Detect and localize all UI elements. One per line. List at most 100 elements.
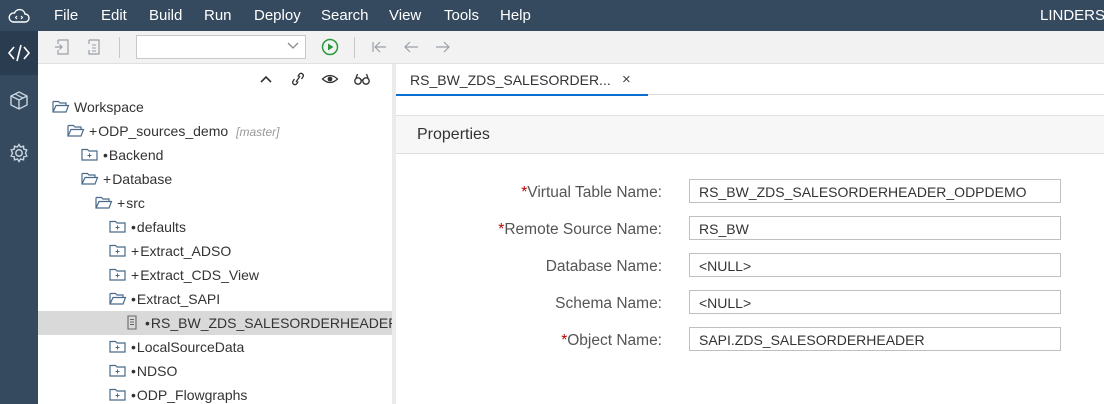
run-configuration-select[interactable]	[136, 35, 306, 59]
folder-closed-icon	[109, 268, 126, 281]
tab-virtual-table[interactable]: RS_BW_ZDS_SALESORDER... ×	[396, 64, 648, 96]
tree-item-text: defaults	[136, 219, 186, 235]
tree-item[interactable]: Workspace	[38, 95, 392, 119]
properties-section-header: Properties	[396, 115, 1104, 154]
tree-item-label: •RS_BW_ZDS_SALESORDERHEADER_ODPDEMO.hdbv…	[145, 315, 392, 331]
activity-bar	[0, 31, 38, 404]
tree-item-text: Extract_ADSO	[140, 243, 232, 259]
menu-help[interactable]: Help	[500, 0, 531, 31]
folder-open-icon	[109, 292, 127, 305]
binoculars-icon[interactable]	[353, 71, 371, 87]
tree-item[interactable]: •Backend	[38, 143, 392, 167]
chevron-down-icon	[287, 42, 299, 49]
file-icon	[127, 315, 137, 330]
run-icon[interactable]	[321, 38, 339, 56]
tree-item[interactable]: •ODP_Flowgraphs	[38, 383, 392, 404]
property-value-field[interactable]: <NULL>	[689, 290, 1061, 314]
sidebar-item-settings[interactable]	[0, 131, 38, 175]
tree-item-text: RS_BW_ZDS_SALESORDERHEADER_ODPDEMO.hdbvi…	[150, 315, 392, 331]
sidebar-item-packages[interactable]	[0, 79, 38, 123]
property-value-field[interactable]: RS_BW_ZDS_SALESORDERHEADER_ODPDEMO	[689, 179, 1061, 203]
copy-file-icon[interactable]	[84, 38, 102, 56]
gear-icon	[10, 143, 28, 163]
tree-item[interactable]: +Extract_CDS_View	[38, 263, 392, 287]
menu-deploy[interactable]: Deploy	[254, 0, 301, 31]
tree-item[interactable]: •RS_BW_ZDS_SALESORDERHEADER_ODPDEMO.hdbv…	[38, 311, 392, 335]
tree-item-label: +Extract_CDS_View	[131, 267, 259, 283]
property-label-text: Virtual Table Name:	[527, 184, 662, 201]
property-value-field[interactable]: <NULL>	[689, 253, 1061, 277]
menu-view[interactable]: View	[389, 0, 421, 31]
git-branch-badge: [master]	[236, 125, 280, 139]
property-row: Schema Name: <NULL>	[396, 290, 1104, 318]
tree-item-label: +Extract_ADSO	[131, 243, 231, 259]
menu-build[interactable]: Build	[149, 0, 182, 31]
tree-item[interactable]: +Database	[38, 167, 392, 191]
tree-item[interactable]: •NDSO	[38, 359, 392, 383]
sidebar-item-development[interactable]	[0, 31, 38, 75]
folder-open-icon	[67, 124, 85, 137]
property-label: Database Name:	[546, 258, 662, 276]
workspace-tree: Workspace + ODP_sources_demo [master] •Backe…	[38, 64, 392, 404]
folder-open-icon	[81, 172, 99, 185]
tree-item[interactable]: •defaults	[38, 215, 392, 239]
tree-item-prefix: •	[131, 387, 136, 403]
tree-item-prefix: +	[117, 195, 126, 211]
back-icon[interactable]	[402, 38, 420, 56]
tree-item-text: ODP_sources_demo	[98, 123, 229, 139]
tree-item-text: Database	[112, 171, 173, 187]
property-label-text: Object Name:	[567, 332, 662, 349]
tree-item[interactable]: +Extract_ADSO	[38, 239, 392, 263]
editor-area: RS_BW_ZDS_SALESORDER... × Properties *Vi…	[396, 64, 1104, 404]
tree-item[interactable]: •Extract_SAPI	[38, 287, 392, 311]
tree-item[interactable]: +src	[38, 191, 392, 215]
menu-run[interactable]: Run	[204, 0, 232, 31]
folder-closed-icon	[109, 220, 126, 233]
folder-open-icon	[95, 196, 113, 209]
property-value-field[interactable]: RS_BW	[689, 216, 1061, 240]
tree-item-label: +src	[117, 195, 145, 211]
tree-item-text: src	[126, 195, 145, 211]
tree-item-text: NDSO	[136, 363, 178, 379]
toolbar-separator	[119, 37, 120, 58]
tree-item-prefix: •	[103, 147, 108, 163]
tree-item-label: •LocalSourceData	[131, 339, 244, 355]
eye-icon[interactable]	[321, 71, 339, 87]
folder-open-icon	[52, 100, 70, 113]
code-icon	[7, 44, 31, 62]
folder-closed-icon	[109, 340, 126, 353]
jump-back-icon[interactable]	[370, 38, 388, 56]
tree-item-prefix: +	[131, 243, 140, 259]
folder-closed-icon	[109, 388, 126, 401]
tree-item-text: Extract_CDS_View	[140, 267, 259, 283]
property-label: *Object Name:	[561, 332, 662, 350]
tree-item-label: •defaults	[131, 219, 186, 235]
menu-search[interactable]: Search	[321, 0, 369, 31]
close-icon[interactable]: ×	[622, 71, 631, 88]
tree-item-prefix: +	[131, 267, 140, 283]
property-label: *Remote Source Name:	[498, 221, 662, 239]
folder-closed-icon	[81, 148, 98, 161]
menu-file[interactable]: File	[54, 0, 78, 31]
property-row: *Object Name: SAPI.ZDS_SALESORDERHEADER	[396, 327, 1104, 355]
folder-closed-icon	[109, 244, 126, 257]
menu-edit[interactable]: Edit	[101, 0, 127, 31]
tree-item-text: ODP_Flowgraphs	[136, 387, 248, 403]
collapse-all-icon[interactable]	[257, 71, 275, 87]
tree-item[interactable]: •LocalSourceData	[38, 335, 392, 359]
forward-icon[interactable]	[434, 38, 452, 56]
property-value-field[interactable]: SAPI.ZDS_SALESORDERHEADER	[689, 327, 1061, 351]
property-label: *Virtual Table Name:	[521, 184, 662, 202]
user-name[interactable]: LINDERS	[1040, 0, 1104, 31]
tree-item-label: Workspace	[74, 99, 144, 115]
tree-item-label: +ODP_sources_demo [master]	[89, 123, 279, 140]
new-file-icon[interactable]	[53, 38, 71, 56]
link-icon[interactable]	[289, 71, 307, 87]
menu-tools[interactable]: Tools	[444, 0, 479, 31]
package-icon	[10, 91, 28, 110]
tab-label: RS_BW_ZDS_SALESORDER...	[410, 72, 611, 88]
tree-item-prefix: •	[131, 363, 136, 379]
tree-item-text: LocalSourceData	[136, 339, 245, 355]
tree-item[interactable]: +ODP_sources_demo [master]	[38, 119, 392, 143]
property-row: Database Name: <NULL>	[396, 253, 1104, 281]
